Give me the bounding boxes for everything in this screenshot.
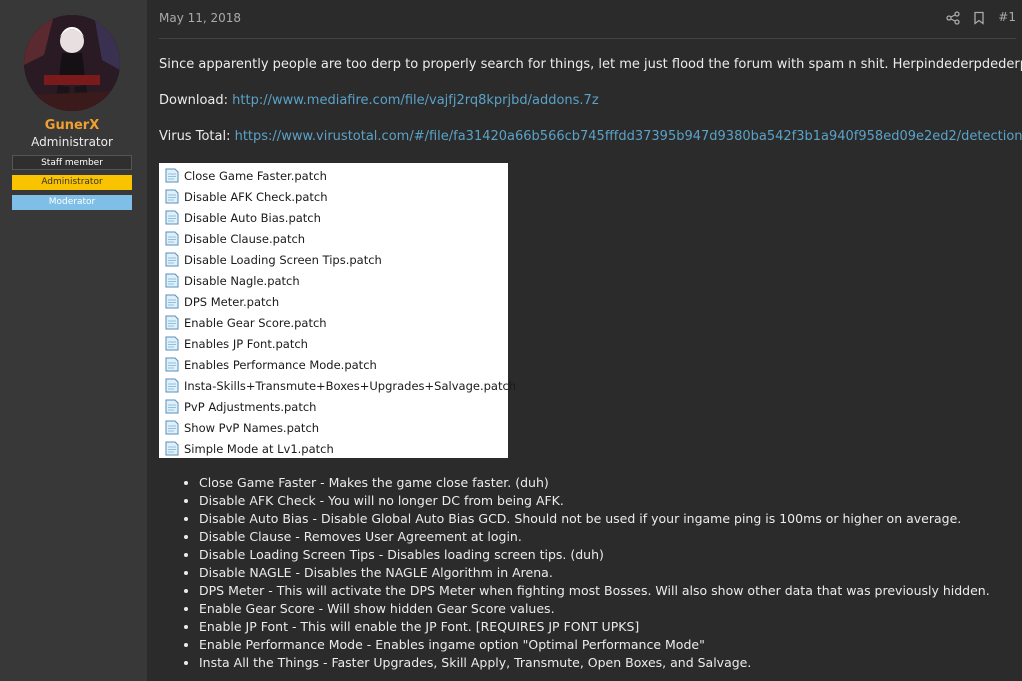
avatar[interactable] [24,15,120,111]
post-intro: Since apparently people are too derp to … [159,57,1022,72]
list-item: Enable JP Font - This will enable the JP… [199,618,990,636]
file-row: Disable AFK Check.patch [165,186,328,207]
file-name: Disable Nagle.patch [184,273,300,288]
file-name: PvP Adjustments.patch [184,399,317,414]
patch-file-icon [165,168,179,183]
file-row: Disable Auto Bias.patch [165,207,321,228]
file-row: DPS Meter.patch [165,291,279,312]
list-item: Insta All the Things - Faster Upgrades, … [199,654,990,672]
description-list: Close Game Faster - Makes the game close… [177,474,990,672]
moderator-banner: Moderator [12,195,132,210]
post-date[interactable]: May 11, 2018 [159,11,241,25]
file-name: DPS Meter.patch [184,294,280,309]
share-icon[interactable] [946,10,960,25]
post-divider [159,38,1016,39]
staff-member-banner: Staff member [12,155,132,170]
download-line: Download: http://www.mediafire.com/file/… [159,93,599,108]
patch-file-icon [165,357,179,372]
patch-file-icon [165,315,179,330]
list-item: Enable Gear Score - Will show hidden Gea… [199,600,990,618]
download-link[interactable]: http://www.mediafire.com/file/vajfj2rq8k… [232,93,599,108]
bookmark-icon[interactable] [972,10,986,25]
file-row: Simple Mode at Lv1.patch [165,438,334,459]
file-name: Show PvP Names.patch [184,420,320,435]
virus-total-label: Virus Total: [159,129,231,144]
download-label: Download: [159,93,228,108]
patch-file-icon [165,378,179,393]
patch-file-icon [165,252,179,267]
file-row: Show PvP Names.patch [165,417,319,438]
file-row: Insta-Skills+Transmute+Boxes+Upgrades+Sa… [165,375,516,396]
user-panel: GunerX Administrator Staff member Admini… [0,0,147,681]
patch-file-icon [165,336,179,351]
patch-file-icon [165,189,179,204]
file-name: Enables JP Font.patch [184,336,308,351]
patch-file-icon [165,273,179,288]
list-item: DPS Meter - This will activate the DPS M… [199,582,990,600]
patch-file-icon [165,294,179,309]
file-name: Simple Mode at Lv1.patch [184,441,334,456]
file-name: Enable Gear Score.patch [184,315,327,330]
file-name: Disable Clause.patch [184,231,306,246]
list-item: Disable Loading Screen Tips - Disables l… [199,546,990,564]
avatar-image [24,15,120,111]
list-item: Close Game Faster - Makes the game close… [199,474,990,492]
patch-file-icon [165,441,179,456]
username[interactable]: GunerX [0,118,144,133]
file-name: Insta-Skills+Transmute+Boxes+Upgrades+Sa… [184,378,517,393]
file-row: Close Game Faster.patch [165,165,327,186]
patch-file-icon [165,420,179,435]
file-name: Close Game Faster.patch [184,168,327,183]
file-row: Disable Nagle.patch [165,270,300,291]
list-item: Disable AFK Check - You will no longer D… [199,492,990,510]
virus-total-line: Virus Total: https://www.virustotal.com/… [159,129,1022,144]
list-item: Enable Performance Mode - Enables ingame… [199,636,990,654]
patch-file-icon [165,399,179,414]
file-row: Disable Loading Screen Tips.patch [165,249,382,270]
file-row: Enables Performance Mode.patch [165,354,377,375]
file-row: Enable Gear Score.patch [165,312,327,333]
file-name: Disable Auto Bias.patch [184,210,321,225]
post-actions: #1 [946,10,1016,25]
administrator-banner: Administrator [12,175,132,190]
file-row: PvP Adjustments.patch [165,396,316,417]
file-list-image[interactable]: Close Game Faster.patch Disable AFK Chec… [159,163,516,459]
list-item: Disable Auto Bias - Disable Global Auto … [199,510,990,528]
list-item: Disable NAGLE - Disables the NAGLE Algor… [199,564,990,582]
post-number[interactable]: #1 [998,10,1016,24]
file-row: Enables JP Font.patch [165,333,308,354]
user-title: Administrator [31,135,113,149]
file-name: Disable AFK Check.patch [184,189,328,204]
patch-file-icon [165,231,179,246]
file-name: Enables Performance Mode.patch [184,357,377,372]
patch-file-icon [165,210,179,225]
list-item: Disable Clause - Removes User Agreement … [199,528,990,546]
virus-total-link[interactable]: https://www.virustotal.com/#/file/fa3142… [235,129,1022,144]
file-name: Disable Loading Screen Tips.patch [184,252,382,267]
file-row: Disable Clause.patch [165,228,305,249]
